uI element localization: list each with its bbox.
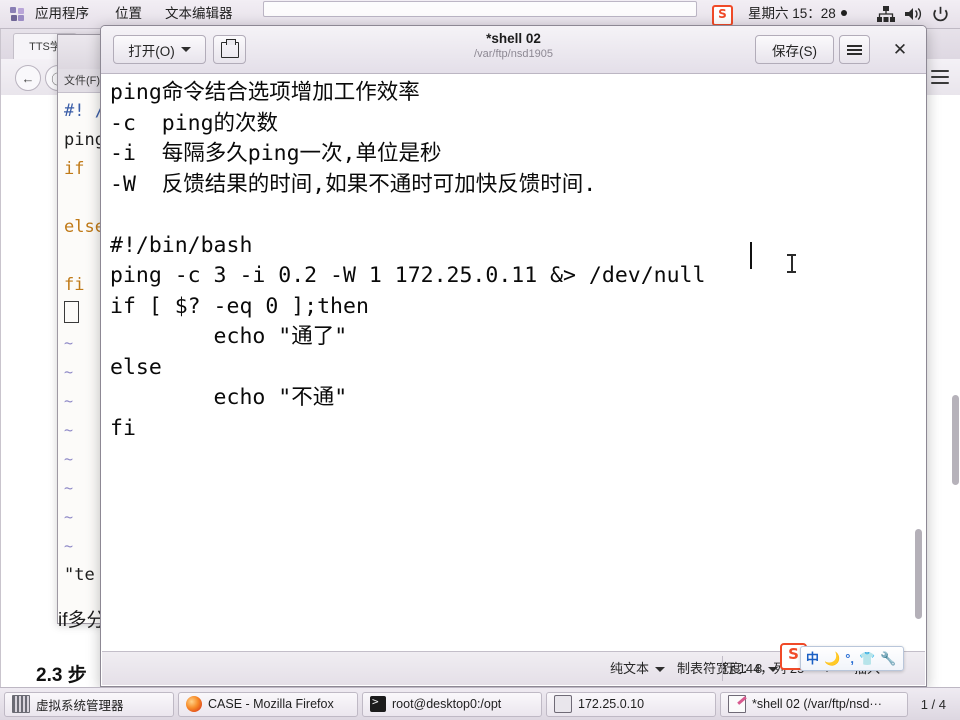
taskbar-item-label: root@desktop0:/opt	[392, 697, 502, 711]
hamburger-icon	[847, 44, 862, 55]
terminal-icon	[370, 695, 386, 712]
vm-manager-icon	[12, 695, 30, 713]
taskbar-item-1[interactable]: CASE - Mozilla Firefox	[178, 691, 358, 717]
vim-cursor-block	[64, 301, 79, 323]
clock[interactable]: 星期六 15：28	[748, 4, 847, 24]
workspace-pager[interactable]: 1 / 4	[913, 697, 954, 712]
gedit-scrollbar[interactable]	[915, 529, 922, 619]
status-filetype-label: 纯文本	[610, 661, 650, 676]
taskbar-item-label: 虚拟系统管理器	[36, 698, 124, 713]
network-icon[interactable]	[876, 5, 896, 23]
gedit-icon	[728, 695, 746, 713]
ibeam-cursor-icon	[787, 254, 796, 273]
back-arrow-icon[interactable]: ←	[15, 65, 41, 91]
firefox-menu-icon[interactable]	[929, 67, 951, 87]
clock-indicator-dot	[840, 10, 847, 16]
menu-applications[interactable]: 应用程序	[30, 4, 94, 24]
menu-text-editor[interactable]: 文本编辑器	[160, 4, 238, 24]
taskbar-item-label: CASE - Mozilla Firefox	[208, 697, 334, 711]
punctuation-icon[interactable]: °,	[845, 652, 854, 665]
taskbar[interactable]: 虚拟系统管理器 CASE - Mozilla Firefox root@desk…	[0, 687, 960, 720]
taskbar-item-3[interactable]: 172.25.0.10	[546, 691, 716, 717]
taskbar-item-label: 172.25.0.10	[578, 697, 645, 711]
clock-text: 星期六 15：28	[748, 6, 836, 21]
volume-icon[interactable]	[903, 5, 923, 23]
chevron-down-icon	[655, 666, 666, 672]
skin-icon[interactable]: 👕	[859, 652, 875, 665]
save-button-label: 保存(S)	[772, 43, 817, 59]
firefox-icon	[186, 696, 202, 712]
menu-places[interactable]: 位置	[110, 4, 147, 24]
firefox-scrollbar[interactable]	[952, 395, 959, 485]
taskbar-item-4[interactable]: *shell 02 (/var/ftp/nsd···	[720, 691, 908, 717]
toolbox-icon[interactable]: 🔧	[880, 652, 896, 665]
sogou-tray-icon[interactable]: S	[712, 5, 733, 26]
taskbar-item-0[interactable]: 虚拟系统管理器	[4, 691, 174, 717]
sogou-mode-toggle[interactable]: 中	[806, 652, 819, 665]
gedit-text-view[interactable]: ping命令结合选项增加工作效率 -c ping的次数 -i 每隔多久ping一…	[102, 74, 925, 652]
page-heading: 2.3 步	[36, 665, 87, 686]
close-icon[interactable]: ✕	[888, 37, 912, 61]
moon-icon[interactable]: 🌙	[824, 652, 840, 665]
sogou-ime-toolbar[interactable]: 中 🌙 °, 👕 🔧	[800, 646, 904, 671]
applications-icon[interactable]	[10, 7, 24, 21]
gedit-header-bar[interactable]: 打开(O) *shell 02 /var/ftp/nsd1905 保存(S) ✕	[101, 26, 926, 74]
screen-icon	[554, 695, 572, 713]
status-filetype[interactable]: 纯文本	[610, 660, 666, 678]
menu-button[interactable]	[839, 35, 870, 64]
taskbar-item-label: *shell 02 (/var/ftp/nsd···	[752, 697, 882, 711]
text-caret	[750, 242, 752, 269]
power-icon[interactable]	[930, 5, 950, 23]
panel-window-highlight	[263, 1, 697, 17]
taskbar-item-2[interactable]: root@desktop0:/opt	[362, 691, 542, 717]
gedit-window[interactable]: 打开(O) *shell 02 /var/ftp/nsd1905 保存(S) ✕…	[100, 25, 927, 687]
save-button[interactable]: 保存(S)	[755, 35, 834, 64]
